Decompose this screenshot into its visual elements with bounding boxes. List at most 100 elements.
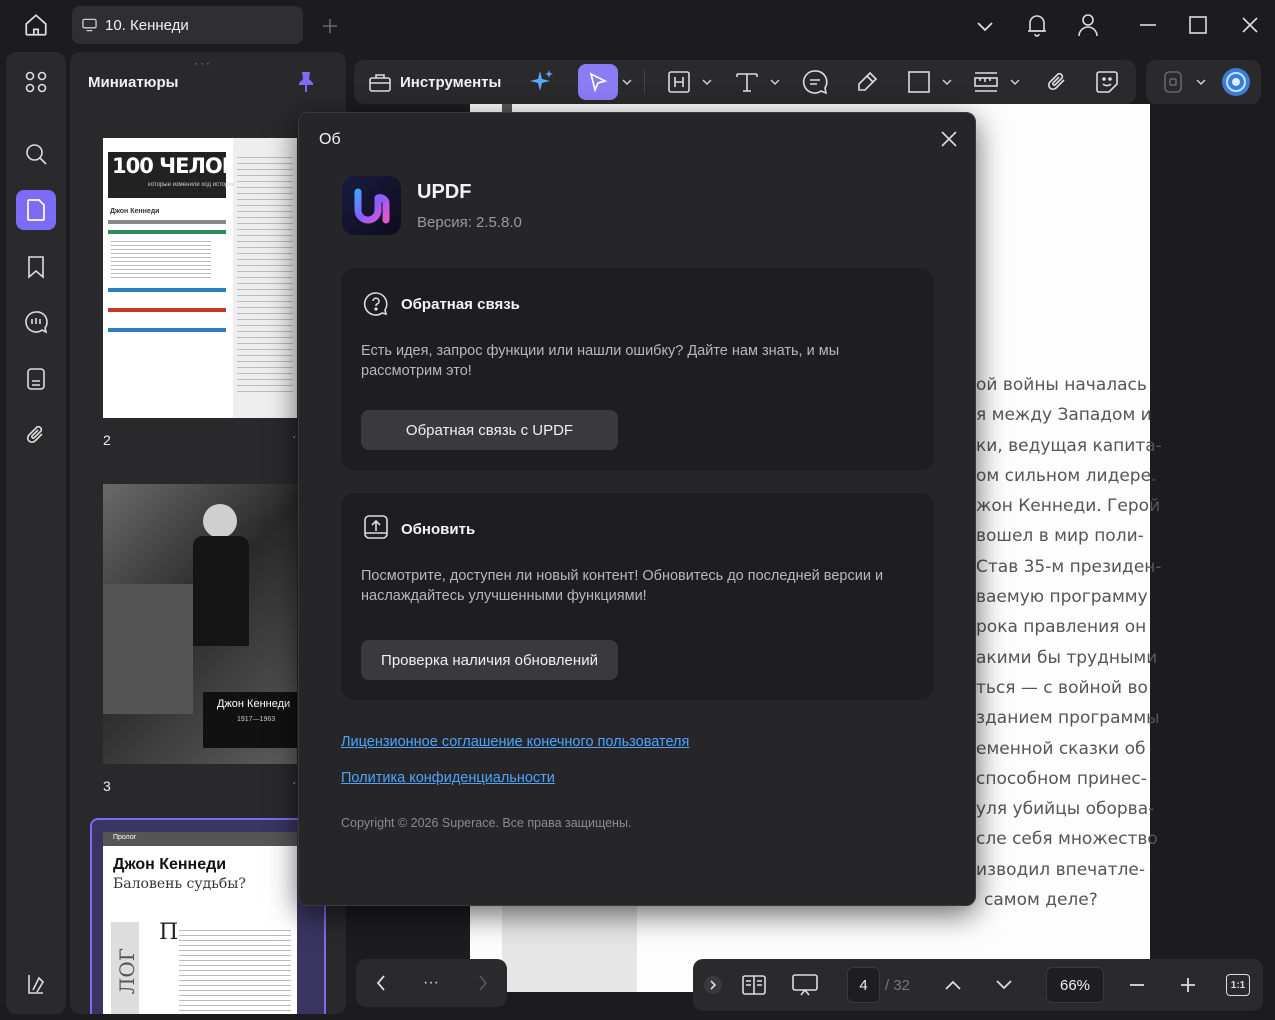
thumbnail-page-2[interactable]: 100 ЧЕЛОВЕК, которые изменили ход истори…: [103, 138, 297, 418]
resize-grip[interactable]: ···: [194, 56, 212, 70]
text-line: ой войны началась: [976, 375, 1147, 395]
new-tab-plus-icon[interactable]: [310, 6, 350, 46]
zoom-in-icon[interactable]: [1173, 967, 1203, 1003]
photo-podium: [103, 584, 193, 714]
actual-size-button[interactable]: 1:1: [1226, 974, 1250, 996]
home-icon[interactable]: [16, 5, 56, 45]
thumb-title: Джон Кеннеди: [113, 856, 227, 873]
chevron-down-icon[interactable]: [700, 64, 714, 100]
rule: [108, 328, 226, 332]
thumbnail-page-4[interactable]: Пролог Джон Кеннеди Баловень судьбы? ЛОГ…: [103, 832, 297, 1014]
attachment-icon[interactable]: [16, 415, 56, 455]
comment-tool-icon[interactable]: [800, 64, 830, 100]
more-dots[interactable]: ·: [292, 774, 297, 790]
user-icon[interactable]: [1068, 5, 1108, 45]
chevron-up-icon[interactable]: [938, 967, 968, 1003]
zoom-input[interactable]: 66%: [1046, 967, 1104, 1003]
text-line: жон Кеннеди. Герой: [976, 496, 1161, 517]
caption-years: 1917—1963: [237, 716, 276, 723]
text-line: ваемую программу: [976, 587, 1148, 608]
more-dots[interactable]: ·: [292, 428, 297, 444]
tools-label: Инструменты: [400, 73, 502, 91]
highlighter-icon[interactable]: [852, 64, 882, 100]
tools-button[interactable]: Инструменты: [368, 64, 501, 100]
rule: [108, 288, 226, 292]
heading-tool-icon[interactable]: [664, 64, 694, 100]
presentation-icon[interactable]: [789, 967, 821, 1003]
thumbnail-page-3[interactable]: Джон Кеннеди 1917—1963: [103, 484, 297, 764]
update-title: Обновить: [401, 521, 476, 538]
page-edge: [502, 104, 512, 112]
text-line: ки, ведущая капита-: [976, 435, 1162, 456]
eula-link[interactable]: Лицензионное соглашение конечного пользо…: [341, 734, 689, 750]
save-device-icon[interactable]: [1160, 64, 1186, 100]
paperclip-icon[interactable]: [1042, 64, 1072, 100]
more-options-button[interactable]: ···: [416, 965, 446, 1001]
chevron-left-icon[interactable]: [366, 965, 396, 1001]
feedback-card: Обратная связь Есть идея, запрос функции…: [341, 268, 934, 471]
dropcap: П: [159, 920, 179, 945]
chevron-down-icon[interactable]: [620, 64, 634, 100]
text-line: самом деле?: [984, 890, 1098, 911]
text-line: способном принес-: [976, 768, 1147, 789]
side-label: ЛОГ: [115, 948, 139, 995]
thumb-subtitle: Баловень судьбы?: [113, 876, 246, 892]
bookmark-icon[interactable]: [16, 247, 56, 287]
text-line: акими бы трудными: [976, 647, 1158, 668]
chevron-right-icon[interactable]: [468, 965, 498, 1001]
chevron-down-icon[interactable]: [1194, 64, 1208, 100]
feedback-button[interactable]: Обратная связь с UPDF: [361, 410, 618, 450]
about-dialog: Об UPDF Версия: 2.5.8.0 Обратная связь Е…: [298, 112, 976, 906]
search-icon[interactable]: [16, 134, 56, 174]
pin-icon[interactable]: [296, 70, 316, 94]
rule: [108, 308, 226, 312]
rectangle-tool-icon[interactable]: [904, 64, 934, 100]
minimize-icon[interactable]: [1128, 5, 1168, 45]
maximize-icon[interactable]: [1178, 5, 1218, 45]
text-lines: [237, 152, 293, 392]
chevron-down-icon[interactable]: [768, 64, 782, 100]
cover-name: Джон Кеннеди: [110, 208, 160, 215]
app-version: Версия: 2.5.8.0: [417, 214, 522, 231]
theme-switch-icon[interactable]: [16, 964, 56, 1004]
chevron-down-icon[interactable]: [940, 64, 954, 100]
caption-name: Джон Кеннеди: [217, 698, 291, 710]
text-line: вошел в мир поли-: [976, 526, 1144, 547]
chevron-down-icon[interactable]: [1008, 64, 1022, 100]
page-layout-icon[interactable]: [739, 967, 769, 1003]
ai-assistant-icon[interactable]: [1220, 64, 1252, 100]
title-bar: 10. Кеннеди: [0, 0, 1275, 52]
bell-icon[interactable]: [1017, 5, 1057, 45]
check-updates-button[interactable]: Проверка наличия обновлений: [361, 640, 618, 680]
comments-icon[interactable]: [16, 302, 56, 342]
measure-ruler-icon[interactable]: [970, 64, 1002, 100]
text-line: рока правления он: [976, 617, 1147, 638]
zoom-out-icon[interactable]: [1122, 967, 1152, 1003]
expand-chevron-icon[interactable]: [703, 967, 723, 1003]
toolbox-icon: [369, 74, 391, 92]
page-graphic: [502, 894, 637, 992]
close-icon[interactable]: [939, 129, 959, 149]
chevron-down-icon[interactable]: [989, 967, 1019, 1003]
select-cursor-icon[interactable]: [578, 64, 618, 100]
close-window-icon[interactable]: [1230, 5, 1270, 45]
thumbnails-page-icon[interactable]: [16, 190, 56, 230]
privacy-link[interactable]: Политика конфиденциальности: [341, 770, 555, 786]
text-line: ться — с войной во: [976, 677, 1148, 698]
feedback-description: Есть идея, запрос функции или нашли ошиб…: [361, 343, 840, 379]
rule: [108, 230, 226, 234]
document-tab[interactable]: 10. Кеннеди: [72, 6, 303, 44]
text-lines: [179, 926, 291, 1014]
chevron-down-icon[interactable]: [965, 6, 1005, 46]
text-tool-icon[interactable]: [732, 64, 762, 100]
total-pages: / 32: [885, 977, 911, 994]
tab-title: 10. Кеннеди: [105, 16, 189, 34]
apps-grid-icon[interactable]: [16, 62, 56, 102]
form-fields-icon[interactable]: [16, 359, 56, 399]
ai-sparkle-icon[interactable]: [526, 64, 558, 100]
sticker-icon[interactable]: [1092, 64, 1122, 100]
text-line: Став 35-м президен-: [976, 556, 1162, 577]
text-line: зданием программы: [976, 708, 1160, 729]
current-page-input[interactable]: 4: [847, 967, 880, 1003]
cover-subheading: которые изменили ход истории: [148, 182, 236, 188]
